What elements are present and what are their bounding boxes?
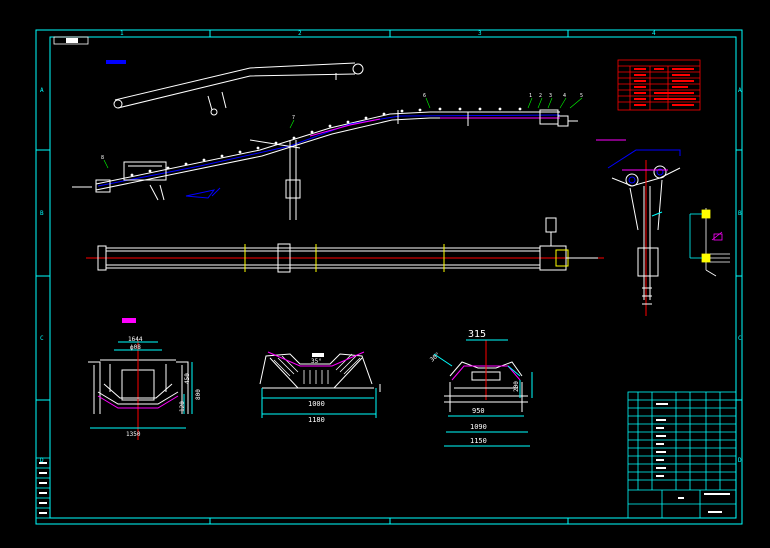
svg-text:200: 200 — [513, 381, 520, 392]
svg-text:1644: 1644 — [128, 336, 143, 343]
svg-text:1: 1 — [529, 93, 532, 99]
svg-text:1090: 1090 — [470, 423, 487, 431]
cad-drawing-canvas: 1 2 3 4 A B C D A B C D 1 2 3 4 5 6 7 8 … — [0, 0, 770, 548]
svg-text:2: 2 — [539, 93, 542, 99]
svg-text:C: C — [40, 335, 44, 342]
svg-text:1350: 1350 — [126, 431, 141, 438]
svg-text:450: 450 — [184, 373, 191, 384]
svg-text:3: 3 — [478, 30, 482, 37]
svg-text:C: C — [738, 335, 742, 342]
svg-text:ф08: ф08 — [130, 344, 141, 351]
svg-text:950: 950 — [472, 407, 485, 415]
svg-text:315: 315 — [468, 329, 486, 340]
svg-text:4: 4 — [652, 30, 656, 37]
svg-text:A: A — [738, 87, 742, 94]
svg-text:2: 2 — [298, 30, 302, 37]
svg-text:35°: 35° — [311, 358, 322, 365]
svg-text:4: 4 — [563, 93, 566, 99]
view-label-marker — [122, 318, 136, 323]
svg-text:1000: 1000 — [308, 400, 325, 408]
svg-text:120: 120 — [179, 401, 186, 412]
drawing-background — [0, 0, 770, 548]
svg-text:5: 5 — [580, 93, 583, 99]
view-label-marker — [106, 60, 126, 64]
svg-text:A: A — [40, 87, 44, 94]
svg-text:B: B — [738, 210, 742, 217]
svg-text:1180: 1180 — [308, 416, 325, 424]
svg-text:B: B — [40, 210, 44, 217]
svg-text:7: 7 — [292, 115, 295, 121]
svg-text:D: D — [738, 457, 742, 464]
svg-text:800: 800 — [195, 389, 202, 400]
svg-text:6: 6 — [423, 93, 426, 99]
svg-text:3: 3 — [549, 93, 552, 99]
svg-text:8: 8 — [101, 155, 104, 161]
svg-text:1150: 1150 — [470, 437, 487, 445]
svg-text:1: 1 — [120, 30, 124, 37]
